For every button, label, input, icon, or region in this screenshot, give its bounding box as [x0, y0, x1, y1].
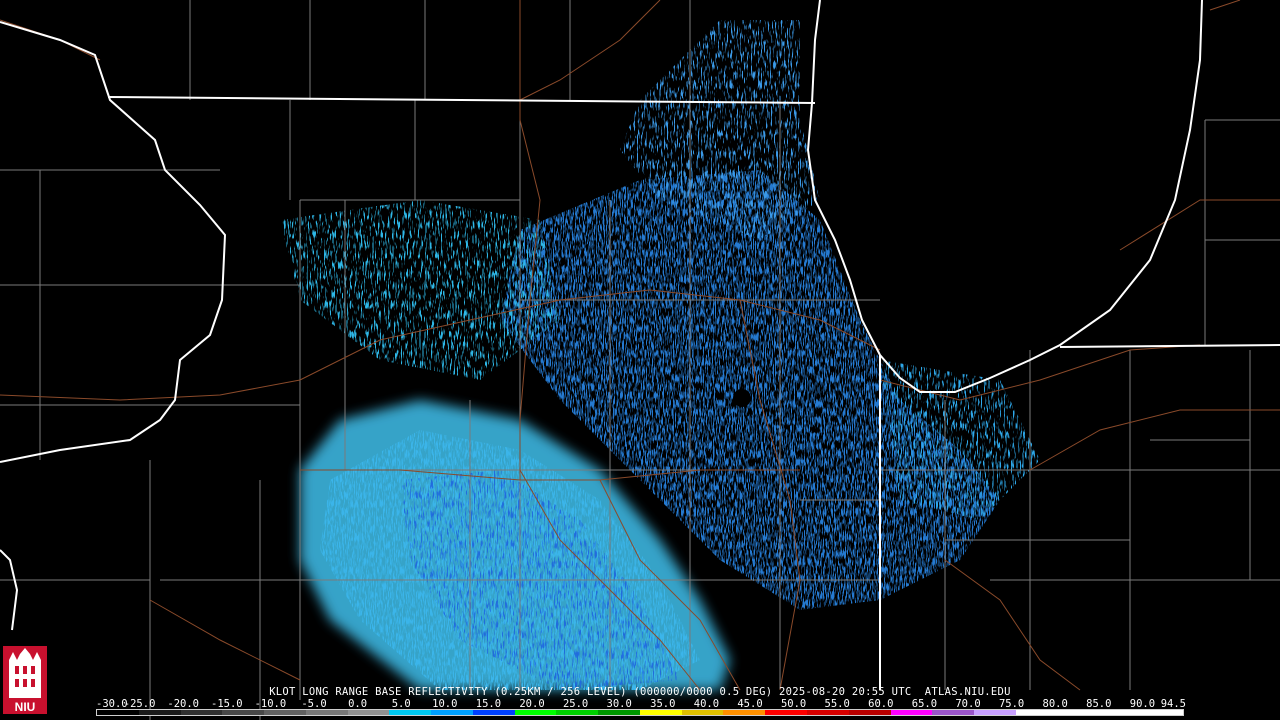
scale-swatch	[472, 710, 515, 715]
scale-swatch	[97, 710, 139, 715]
scale-swatch	[1015, 710, 1058, 715]
scale-swatch	[556, 710, 599, 715]
scale-swatch	[222, 710, 265, 715]
scale-swatch	[974, 710, 1016, 715]
scale-swatch	[639, 710, 682, 715]
product-caption: KLOT LONG RANGE BASE REFLECTIVITY (0.25K…	[269, 686, 1011, 698]
scale-swatch	[514, 710, 557, 715]
scale-swatch	[1057, 710, 1100, 715]
color-scale-bar	[96, 709, 1184, 716]
scale-swatch	[723, 710, 766, 715]
scale-swatch	[890, 710, 933, 715]
scale-swatch	[389, 710, 432, 715]
scale-swatch	[598, 710, 640, 715]
scale-swatch	[1099, 710, 1142, 715]
radar-map	[0, 0, 1280, 720]
scale-swatch	[1141, 710, 1183, 715]
color-scale-labels: -30.0 -25.0 -20.0 -15.0 -10.0 -5.0 0.0 5.0 10.0 1…	[96, 698, 1186, 710]
niu-logo: NIU	[3, 646, 47, 714]
radar-site-cone	[733, 389, 751, 407]
niu-logo-text: NIU	[15, 700, 36, 714]
scale-swatch	[681, 710, 724, 715]
scale-swatch	[431, 710, 473, 715]
scale-swatch	[305, 710, 348, 715]
scale-swatch	[932, 710, 975, 715]
scale-swatch	[807, 710, 849, 715]
scale-swatch	[848, 710, 891, 715]
scale-swatch	[765, 710, 808, 715]
scale-swatch	[264, 710, 306, 715]
niu-tower-icon: NIU	[3, 646, 47, 714]
scale-swatch	[180, 710, 223, 715]
scale-swatch	[347, 710, 390, 715]
scale-swatch	[138, 710, 181, 715]
